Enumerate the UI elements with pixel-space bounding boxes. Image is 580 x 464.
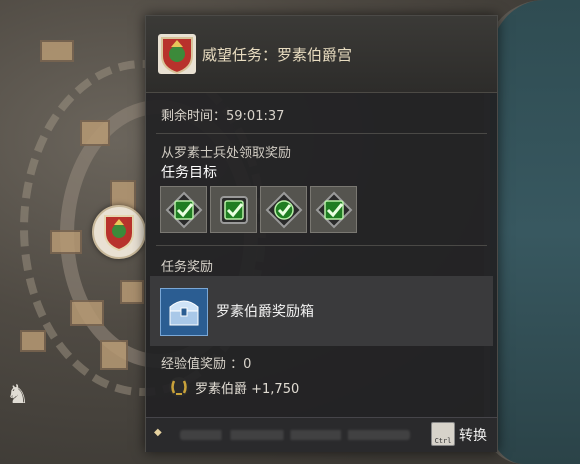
map-building — [100, 340, 128, 370]
divider — [156, 245, 487, 246]
blurred-hint-text — [180, 430, 410, 440]
quest-title: 威望任务：罗素伯爵宫 — [202, 46, 353, 64]
quest-map-marker[interactable] — [92, 205, 146, 259]
reward-label: 任务奖励 — [161, 260, 214, 275]
treasure-chest-icon — [160, 288, 208, 336]
crest-icon — [104, 215, 134, 251]
chest-glyph — [169, 300, 199, 326]
tooltip-footer: ◆ Ctrl 转换 — [146, 417, 497, 452]
check-icon — [315, 191, 352, 228]
quest-tooltip: 威望任务：罗素伯爵宫 剩余时间：59:01:37 从罗素士兵处领取奖励 任务目标 — [145, 15, 498, 452]
objective-label: 任务目标 — [161, 165, 217, 181]
objective-slot[interactable] — [310, 186, 357, 233]
objective-slot[interactable] — [210, 186, 257, 233]
map-building — [50, 230, 82, 254]
objective-list — [160, 186, 357, 233]
diamond-bullet-icon: ◆ — [154, 427, 162, 438]
map-building — [120, 280, 144, 304]
quest-header: 威望任务：罗素伯爵宫 — [146, 16, 497, 93]
fame-reward-text: 罗素伯爵 +1,750 — [195, 381, 300, 397]
switch-label[interactable]: 转换 — [459, 425, 487, 445]
exp-reward: 经验值奖励 ：0 — [161, 357, 252, 372]
reward-item-name: 罗素伯爵奖励箱 — [216, 304, 314, 320]
check-icon — [265, 191, 302, 228]
quest-description: 从罗素士兵处领取奖励 — [161, 146, 292, 161]
check-icon — [165, 191, 202, 228]
map-building — [40, 40, 74, 62]
map-building — [80, 120, 110, 146]
laurel-icon — [169, 377, 189, 397]
map-river — [484, 0, 580, 464]
fame-reward: 罗素伯爵 +1,750 — [168, 376, 299, 398]
objective-slot[interactable] — [260, 186, 307, 233]
ctrl-key-icon[interactable]: Ctrl — [431, 422, 455, 446]
divider — [156, 133, 487, 134]
crest-icon — [158, 34, 196, 74]
check-icon — [219, 195, 248, 224]
map-building — [70, 300, 104, 326]
map-building — [20, 330, 46, 352]
objective-slot[interactable] — [160, 186, 207, 233]
horse-icon: ♞ — [6, 380, 30, 410]
reward-item[interactable]: 罗素伯爵奖励箱 — [150, 276, 493, 346]
remaining-time: 剩余时间：59:01:37 — [161, 109, 285, 124]
